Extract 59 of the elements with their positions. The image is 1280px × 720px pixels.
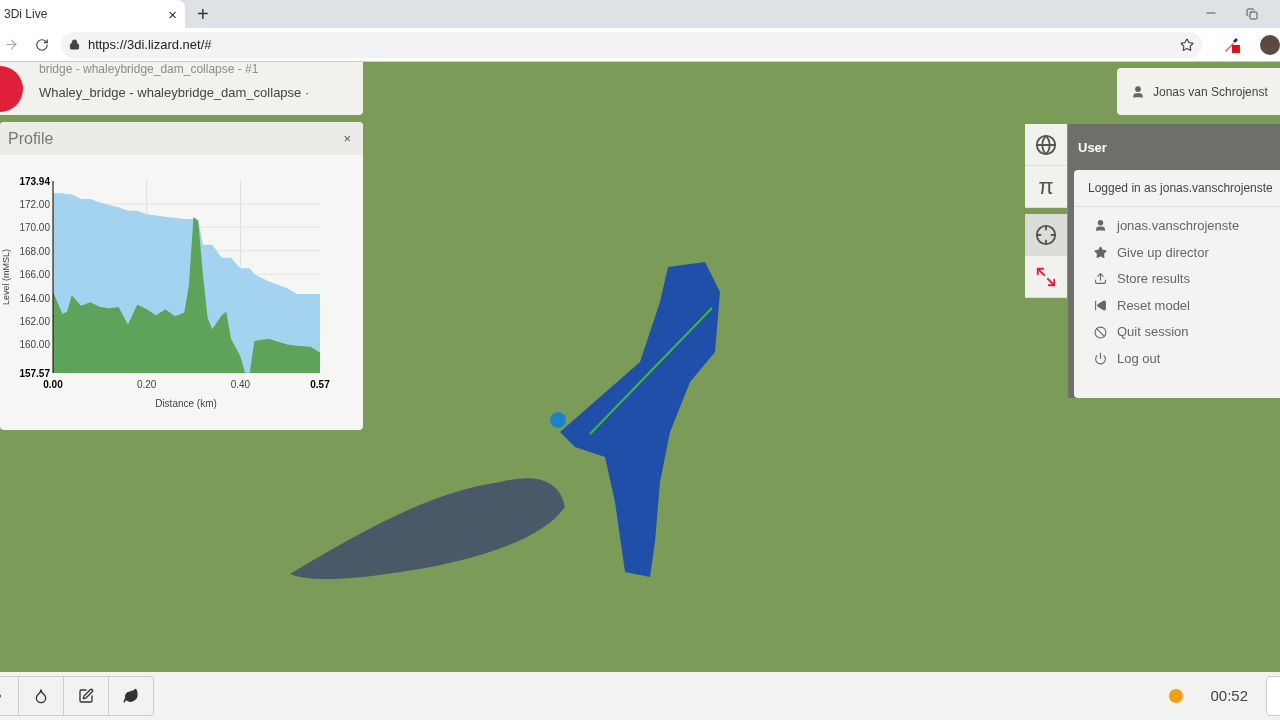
location-pin-icon bbox=[550, 412, 566, 428]
restore-icon[interactable] bbox=[1246, 8, 1258, 20]
close-button[interactable]: × bbox=[343, 128, 351, 149]
user-menu-item[interactable]: Reset model bbox=[1074, 292, 1280, 319]
address-bar[interactable]: https://3di.lizard.net/# bbox=[60, 31, 1203, 58]
user-menu-item[interactable]: Log out bbox=[1074, 345, 1280, 373]
profile-title: Profile bbox=[8, 128, 55, 149]
crosshair-icon bbox=[1035, 223, 1057, 246]
browser-tab[interactable]: 3Di Live × bbox=[0, 0, 185, 28]
lock-icon bbox=[68, 39, 80, 50]
power-icon bbox=[1094, 352, 1107, 366]
edit-icon bbox=[78, 688, 94, 704]
panel-edge bbox=[1266, 676, 1280, 716]
user-menu-item[interactable]: Store results bbox=[1074, 265, 1280, 293]
y-tick-label: 166.00 bbox=[19, 269, 50, 281]
y-tick-label: 157.57 bbox=[19, 368, 50, 379]
elapsed-time: 00:52 bbox=[1210, 685, 1248, 706]
star-icon bbox=[1094, 245, 1107, 259]
logged-in-text: Logged in as jonas.vanschrojenste bbox=[1074, 169, 1280, 207]
x-tick-label: 0.57 bbox=[310, 379, 330, 390]
y-tick-label: 172.00 bbox=[19, 198, 50, 210]
y-tick-label: 173.94 bbox=[19, 176, 50, 187]
ban-icon bbox=[1094, 325, 1107, 339]
map-tool-button[interactable]: π bbox=[1025, 166, 1067, 208]
x-tick-label: 0.00 bbox=[43, 379, 63, 390]
y-tick-label: 162.00 bbox=[19, 316, 50, 328]
tab-close-button[interactable]: × bbox=[168, 6, 177, 22]
y-tick-label: 170.00 bbox=[19, 222, 50, 234]
y-axis-title: Level (mMSL) bbox=[1, 249, 11, 305]
tab-title: 3Di Live bbox=[4, 6, 49, 23]
x-tick-label: 0.40 bbox=[230, 379, 251, 390]
user-menu-item[interactable]: Give up director bbox=[1074, 239, 1280, 266]
y-tick-label: 160.00 bbox=[19, 339, 50, 351]
eyedropper-extension-icon[interactable] bbox=[1222, 35, 1241, 54]
map-tool-button[interactable] bbox=[1025, 124, 1067, 166]
new-tab-button[interactable]: + bbox=[197, 4, 209, 24]
user-button[interactable]: Jonas van Schrojenst bbox=[1117, 68, 1280, 115]
map-tool-button[interactable] bbox=[1025, 214, 1067, 256]
url-text: https://3di.lizard.net/# bbox=[87, 35, 213, 54]
user-panel-title: User bbox=[1078, 139, 1108, 157]
profile-avatar[interactable] bbox=[1260, 34, 1280, 55]
expand-arrows-icon bbox=[1035, 265, 1057, 288]
user-menu-item[interactable]: jonas.vanschrojenste bbox=[1074, 212, 1280, 240]
x-tick-label: 0.20 bbox=[136, 379, 157, 390]
user-menu-item[interactable]: Quit session bbox=[1074, 318, 1280, 346]
x-axis-title: Distance (km) bbox=[155, 398, 217, 409]
upload-icon bbox=[1094, 272, 1107, 286]
leaf-icon bbox=[123, 688, 139, 704]
model-title: Whaley_bridge - whaleybridge_dam_collapse · bbox=[39, 83, 310, 102]
map-tool-button[interactable] bbox=[1025, 256, 1067, 298]
y-tick-label: 168.00 bbox=[19, 245, 50, 257]
reload-icon[interactable] bbox=[34, 37, 49, 52]
y-tick-label: 164.00 bbox=[19, 292, 50, 304]
faded-model-title: bridge - whaleybridge_dam_collapse - #1 bbox=[39, 62, 260, 75]
user-icon bbox=[1131, 84, 1145, 99]
bookmark-star-icon[interactable] bbox=[1180, 37, 1195, 52]
user-icon bbox=[1094, 219, 1107, 233]
skip-back-icon bbox=[1094, 299, 1107, 313]
globe-icon bbox=[1035, 133, 1057, 156]
